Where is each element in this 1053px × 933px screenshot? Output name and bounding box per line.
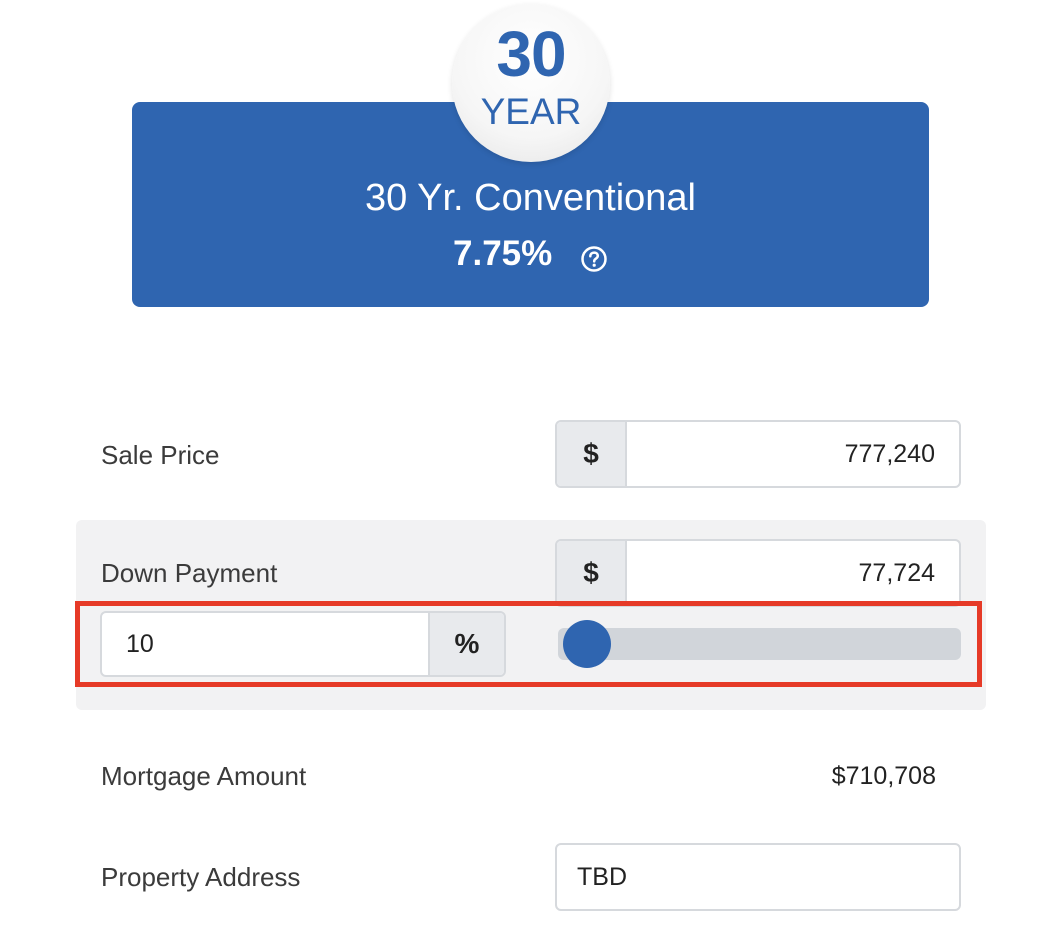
- down-payment-percent-field[interactable]: %: [100, 611, 506, 677]
- loan-term-badge: 30 YEAR: [452, 4, 610, 162]
- property-address-input[interactable]: [557, 845, 959, 909]
- down-payment-percent-input[interactable]: [102, 613, 430, 675]
- loan-rate: 7.75%: [453, 233, 553, 273]
- mortgage-amount-value: $710,708: [831, 762, 936, 790]
- sale-price-input[interactable]: [627, 422, 959, 486]
- property-address-field[interactable]: [555, 843, 961, 911]
- down-payment-amount-field[interactable]: $: [555, 539, 961, 607]
- loan-rate-row: 7.75%: [132, 230, 929, 276]
- dollar-sign-addon: $: [557, 422, 627, 486]
- dollar-sign-addon: $: [557, 541, 627, 605]
- down-payment-amount-input[interactable]: [627, 541, 959, 605]
- sale-price-label: Sale Price: [101, 440, 220, 470]
- loan-term-number: 30: [496, 18, 566, 90]
- question-circle-icon[interactable]: [580, 240, 608, 272]
- down-payment-label: Down Payment: [101, 558, 278, 588]
- property-address-label: Property Address: [101, 862, 301, 892]
- sale-price-field[interactable]: $: [555, 420, 961, 488]
- loan-term-unit: YEAR: [480, 91, 582, 132]
- loan-program-name: 30 Yr. Conventional: [365, 177, 696, 219]
- down-payment-slider-thumb[interactable]: [563, 620, 612, 668]
- down-payment-slider[interactable]: [558, 620, 961, 668]
- mortgage-amount-label: Mortgage Amount: [101, 761, 307, 791]
- percent-sign-addon: %: [428, 613, 504, 675]
